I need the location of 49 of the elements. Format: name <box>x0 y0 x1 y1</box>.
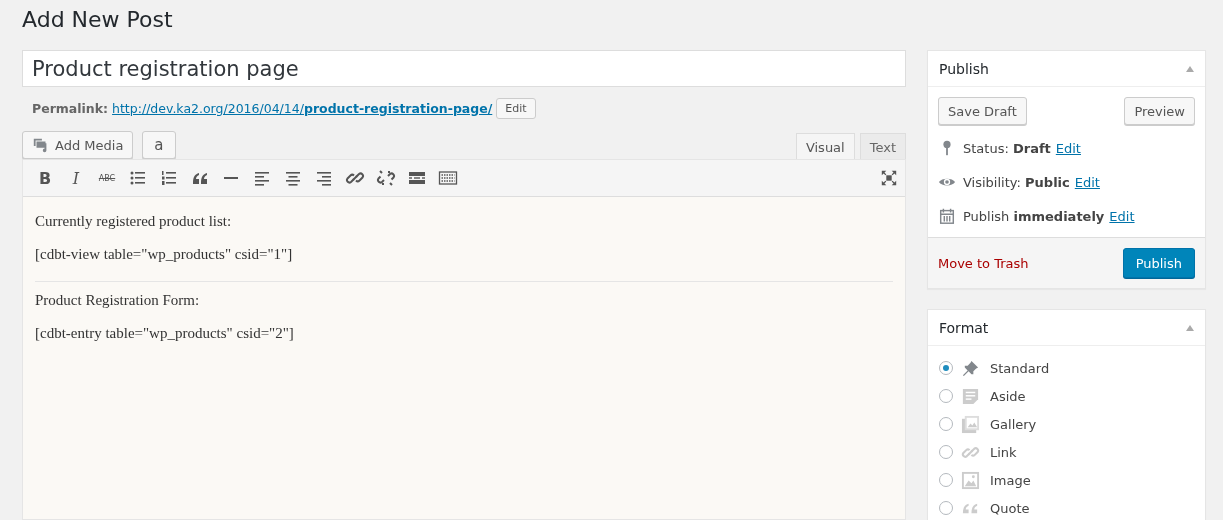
preview-button[interactable]: Preview <box>1124 97 1195 125</box>
radio-button[interactable] <box>939 361 953 375</box>
panel-title: Format <box>939 319 989 336</box>
format-label: Link <box>990 444 1017 460</box>
editor-paragraph: Product Registration Form: <box>35 292 201 309</box>
add-media-button[interactable]: Add Media <box>22 131 134 159</box>
permalink-link[interactable]: http://dev.ka2.org/2016/04/14/product-registration-page/ <box>112 100 493 116</box>
format-label: Aside <box>990 388 1026 404</box>
pushpin-icon <box>961 358 980 378</box>
gallery-icon <box>961 414 980 434</box>
edit-link[interactable]: Edit <box>1055 140 1081 156</box>
amazon-button[interactable]: a <box>142 131 176 159</box>
move-to-trash-link[interactable]: Move to Trash <box>938 255 1029 271</box>
edit-link[interactable]: Edit <box>1074 174 1100 190</box>
editor-tab[interactable]: Visual <box>795 133 855 160</box>
italic-button[interactable]: I <box>66 168 86 188</box>
edit-button[interactable]: Edit <box>496 97 536 119</box>
image-icon <box>961 470 980 490</box>
edit-link[interactable]: Edit <box>1109 208 1135 224</box>
page-heading: Add New Post <box>22 7 173 34</box>
radio-button[interactable] <box>939 417 953 431</box>
bold-button[interactable]: B <box>35 168 55 188</box>
publish-button[interactable]: Publish <box>1122 248 1195 278</box>
format-label: Quote <box>990 500 1030 516</box>
format-label: Standard <box>990 360 1050 376</box>
kitchen-icon[interactable] <box>438 168 458 188</box>
status-text: Visibility: Public <box>963 174 1070 190</box>
radio-button[interactable] <box>939 445 953 459</box>
save-draft-button[interactable]: Save Draft <box>938 97 1027 125</box>
status-text: Status: Draft <box>963 140 1051 156</box>
format-label: Image <box>990 472 1031 488</box>
numbers-icon[interactable] <box>159 168 179 188</box>
panel-title: Publish <box>939 60 989 77</box>
title-field[interactable]: Product registration page <box>22 50 906 87</box>
editor-paragraph: [cdbt-view table="wp_products" csid="1"] <box>35 246 294 263</box>
editor-tab[interactable]: Text <box>859 133 906 160</box>
format-label: Gallery <box>990 416 1037 432</box>
note-icon <box>961 386 980 406</box>
calendar-icon <box>938 207 956 225</box>
unlink-icon[interactable] <box>376 168 396 188</box>
radio-button[interactable] <box>939 389 953 403</box>
editor-paragraph: Currently registered product list: <box>35 213 233 230</box>
radio-button[interactable] <box>939 473 953 487</box>
status-text: Publish immediately <box>963 208 1105 224</box>
fullscreen-icon[interactable] <box>880 169 898 187</box>
permalink-label: Permalink: <box>32 100 109 116</box>
editor-paragraph: [cdbt-entry table="wp_products" csid="2"] <box>35 325 295 342</box>
radio-button[interactable] <box>939 501 953 515</box>
strike-button[interactable]: ABC <box>97 173 117 183</box>
